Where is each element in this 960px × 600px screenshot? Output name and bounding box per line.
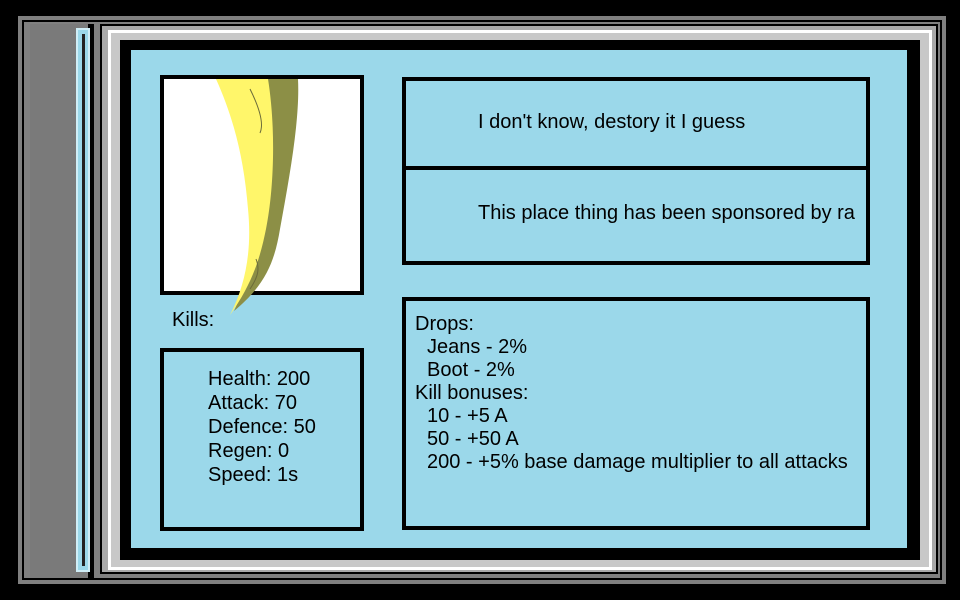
kill-bonuses-header: Kill bonuses: [415, 382, 529, 404]
stat-defence: Defence: 50 [208, 416, 316, 438]
sponsor-text: This place thing has been sponsored by r… [478, 202, 855, 224]
sponsor-box: This place thing has been sponsored by r… [402, 166, 870, 265]
kill-bonus-item: 200 - +5% base damage multiplier to all … [427, 451, 848, 473]
description-text: I don't know, destory it I guess [478, 111, 746, 133]
stat-speed: Speed: 1s [208, 464, 299, 486]
banana-peel-icon [216, 79, 299, 315]
enemy-portrait [160, 75, 364, 315]
description-box: I don't know, destory it I guess [402, 77, 870, 170]
stat-regen: Regen: 0 [208, 440, 290, 462]
drop-item: Boot - 2% [427, 359, 515, 381]
stat-health: Health: 200 [208, 368, 311, 390]
stats-box: Health: 200 Attack: 70 Defence: 50 Regen… [160, 348, 364, 531]
drops-header: Drops: [415, 313, 474, 335]
banana-body [216, 79, 274, 315]
kill-bonus-item: 10 - +5 A [427, 405, 508, 427]
drop-item: Jeans - 2% [427, 336, 528, 358]
kills-label: Kills: [172, 309, 215, 331]
left-strip-divider [82, 34, 85, 566]
stat-attack: Attack: 70 [208, 392, 297, 414]
drops-box: Drops: Jeans - 2% Boot - 2% Kill bonuses… [402, 297, 870, 530]
kill-bonus-item: 50 - +50 A [427, 428, 519, 450]
